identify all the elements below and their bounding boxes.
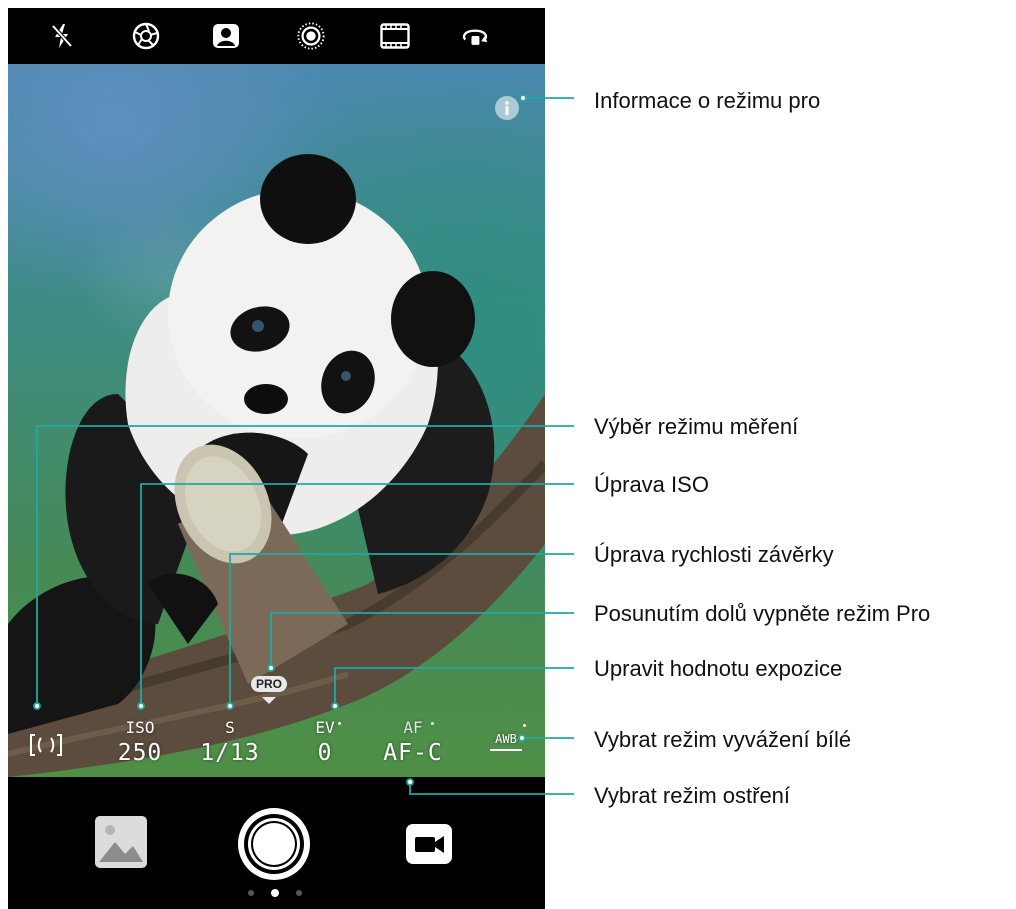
film-icon[interactable]	[380, 21, 410, 51]
white-balance-control[interactable]: AWB	[488, 724, 530, 757]
page-dot[interactable]	[248, 890, 254, 896]
shutter-speed-value: 1/13	[200, 740, 260, 766]
pro-badge-label: PRO	[251, 676, 287, 692]
callout-iso: Úprava ISO	[594, 472, 709, 497]
shutter-icon	[238, 808, 310, 880]
aperture-icon[interactable]	[131, 21, 161, 51]
panda-photo	[8, 154, 545, 777]
callout-metering: Výběr režimu měření	[594, 414, 799, 439]
metering-mode-button[interactable]	[28, 732, 64, 758]
gallery-icon	[95, 816, 147, 868]
white-balance-label: AWB	[495, 732, 517, 746]
exposure-indicator-dot	[338, 722, 341, 725]
live-photo-icon[interactable]	[296, 21, 326, 51]
gallery-button[interactable]	[93, 814, 149, 870]
shutter-button[interactable]	[236, 806, 312, 882]
exposure-label: EV	[315, 718, 335, 737]
flash-off-icon[interactable]	[47, 21, 77, 51]
awb-indicator-dot	[523, 724, 526, 727]
video-camera-icon	[406, 824, 452, 864]
shutter-speed-control[interactable]: S 1/13	[197, 718, 263, 768]
metering-mode-icon	[30, 734, 62, 756]
callout-shutter: Úprava rychlosti závěrky	[594, 542, 834, 567]
exposure-control[interactable]: EV 0	[300, 718, 350, 768]
mode-bar	[8, 8, 545, 64]
focus-mode-label: AF	[403, 718, 423, 737]
shutter-speed-label: S	[225, 718, 235, 737]
iso-value: 250	[117, 740, 163, 766]
viewfinder[interactable]: PRO ISO 250 S 1/13 EV 0 AF AF-C AWB	[8, 64, 545, 777]
chevron-down-icon	[262, 697, 276, 704]
portrait-icon[interactable]	[211, 21, 241, 51]
page-dot[interactable]	[296, 890, 302, 896]
callout-awb: Vybrat režim vyvážení bílé	[594, 727, 852, 752]
callout-info: Informace o režimu pro	[594, 88, 821, 113]
white-balance-underline	[490, 749, 522, 751]
focus-mode-control[interactable]: AF AF-C	[376, 718, 450, 768]
focus-mode-value: AF-C	[383, 740, 443, 766]
video-mode-button[interactable]	[404, 822, 454, 866]
page-dot-active[interactable]	[271, 889, 279, 897]
callout-exit-pro: Posunutím dolů vypněte režim Pro	[594, 601, 931, 626]
info-icon[interactable]	[495, 96, 519, 120]
camera-app: PRO ISO 250 S 1/13 EV 0 AF AF-C AWB	[8, 8, 545, 909]
focus-indicator-dot	[431, 722, 434, 725]
exposure-value: 0	[317, 740, 333, 766]
flip-camera-icon[interactable]	[460, 21, 490, 51]
callout-ev: Upravit hodnotu expozice	[594, 656, 843, 681]
iso-control[interactable]: ISO 250	[108, 718, 172, 768]
pro-badge[interactable]: PRO	[251, 676, 287, 704]
iso-label: ISO	[125, 718, 155, 737]
callout-af: Vybrat režim ostření	[594, 783, 791, 808]
bottom-controls	[8, 777, 545, 909]
